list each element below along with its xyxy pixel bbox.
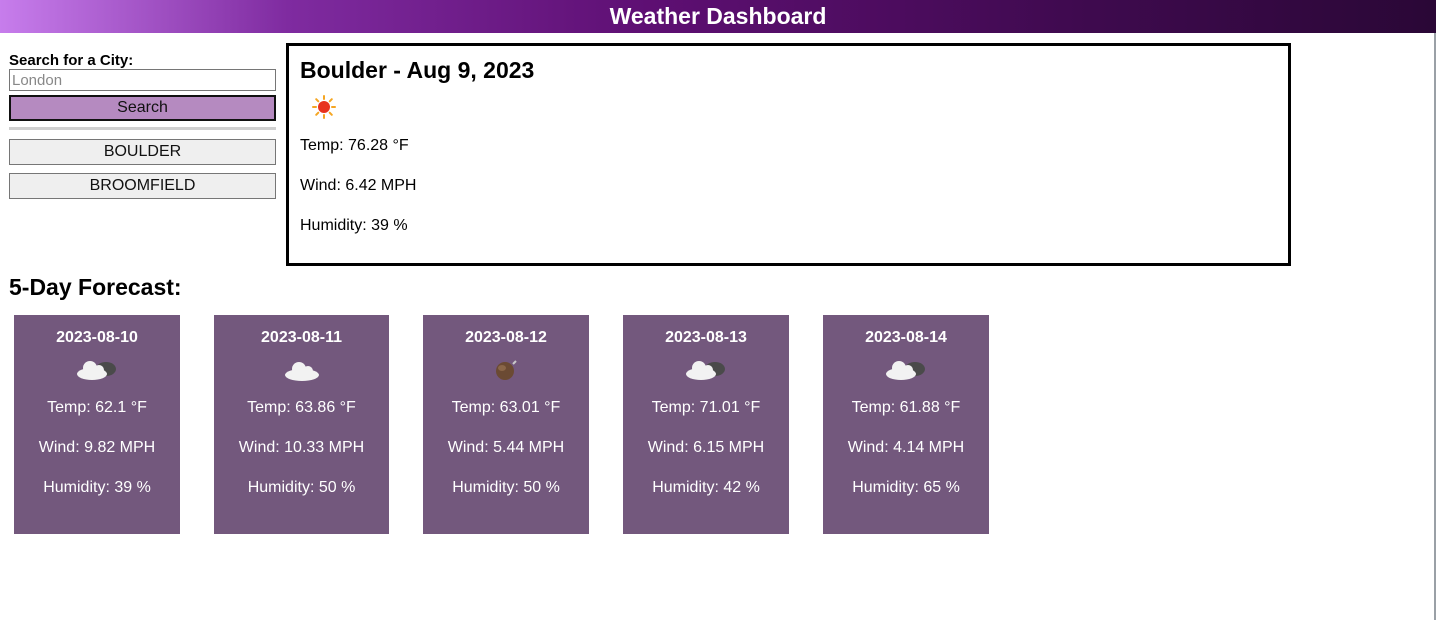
forecast-card: 2023-08-11 Temp: 63.86 °F Wind: 10.33 MP… [214,315,389,534]
forecast-date: 2023-08-14 [865,329,947,346]
city-search-input[interactable] [9,69,276,91]
sidebar-divider [9,127,276,130]
search-label: Search for a City: [9,52,134,69]
forecast-humidity: Humidity: 50 % [452,479,560,496]
search-button[interactable]: Search [9,95,276,121]
history-button-broomfield[interactable]: BROOMFIELD [9,173,276,199]
forecast-temp: Temp: 71.01 °F [651,399,761,416]
forecast-date: 2023-08-12 [465,329,547,346]
forecast-date: 2023-08-11 [261,329,342,346]
forecast-date: 2023-08-13 [665,329,747,346]
forecast-humidity: Humidity: 42 % [652,479,760,496]
forecast-temp: Temp: 63.01 °F [451,399,561,416]
app-header: Weather Dashboard [0,0,1436,33]
forecast-card: 2023-08-14 Temp: 61.88 °F Wind: 4.14 MPH… [823,315,989,534]
current-humidity: Humidity: 39 % [300,217,408,234]
forecast-temp: Temp: 62.1 °F [47,399,147,416]
cloud-icon [284,362,319,381]
forecast-temp: Temp: 61.88 °F [851,399,961,416]
forecast-date: 2023-08-10 [56,329,138,346]
search-sidebar: Search for a City: Search BOULDER BROOMF… [9,52,276,199]
forecast-cards: 2023-08-10 Temp: 62.1 °F Wind: 9.82 MPH … [14,315,1014,534]
forecast-card: 2023-08-10 Temp: 62.1 °F Wind: 9.82 MPH … [14,315,180,534]
forecast-humidity: Humidity: 39 % [43,479,151,496]
current-temp: Temp: 76.28 °F [300,137,409,154]
forecast-card: 2023-08-12 Temp: 63.01 °F Wind: 5.44 MPH… [423,315,589,534]
forecast-wind: Wind: 6.15 MPH [647,439,765,456]
current-weather-title: Boulder - Aug 9, 2023 [300,57,535,83]
current-wind: Wind: 6.42 MPH [300,177,417,194]
current-weather-panel: Boulder - Aug 9, 2023 Temp: 76.28 °F Win… [286,43,1291,266]
history-button-boulder[interactable]: BOULDER [9,139,276,165]
rain-icon [496,360,517,380]
forecast-title: 5-Day Forecast: [9,274,182,300]
forecast-wind: Wind: 10.33 MPH [238,439,365,456]
forecast-humidity: Humidity: 65 % [852,479,960,496]
clouds-icon [886,361,925,380]
clouds-icon [686,361,725,380]
forecast-card: 2023-08-13 Temp: 71.01 °F Wind: 6.15 MPH… [623,315,789,534]
forecast-wind: Wind: 5.44 MPH [447,439,565,456]
clouds-icon [77,361,116,380]
forecast-humidity: Humidity: 50 % [247,479,356,496]
forecast-temp: Temp: 63.86 °F [247,399,356,416]
app-title: Weather Dashboard [609,3,827,29]
forecast-wind: Wind: 4.14 MPH [847,439,965,456]
forecast-wind: Wind: 9.82 MPH [38,439,156,456]
sun-icon [312,95,336,119]
